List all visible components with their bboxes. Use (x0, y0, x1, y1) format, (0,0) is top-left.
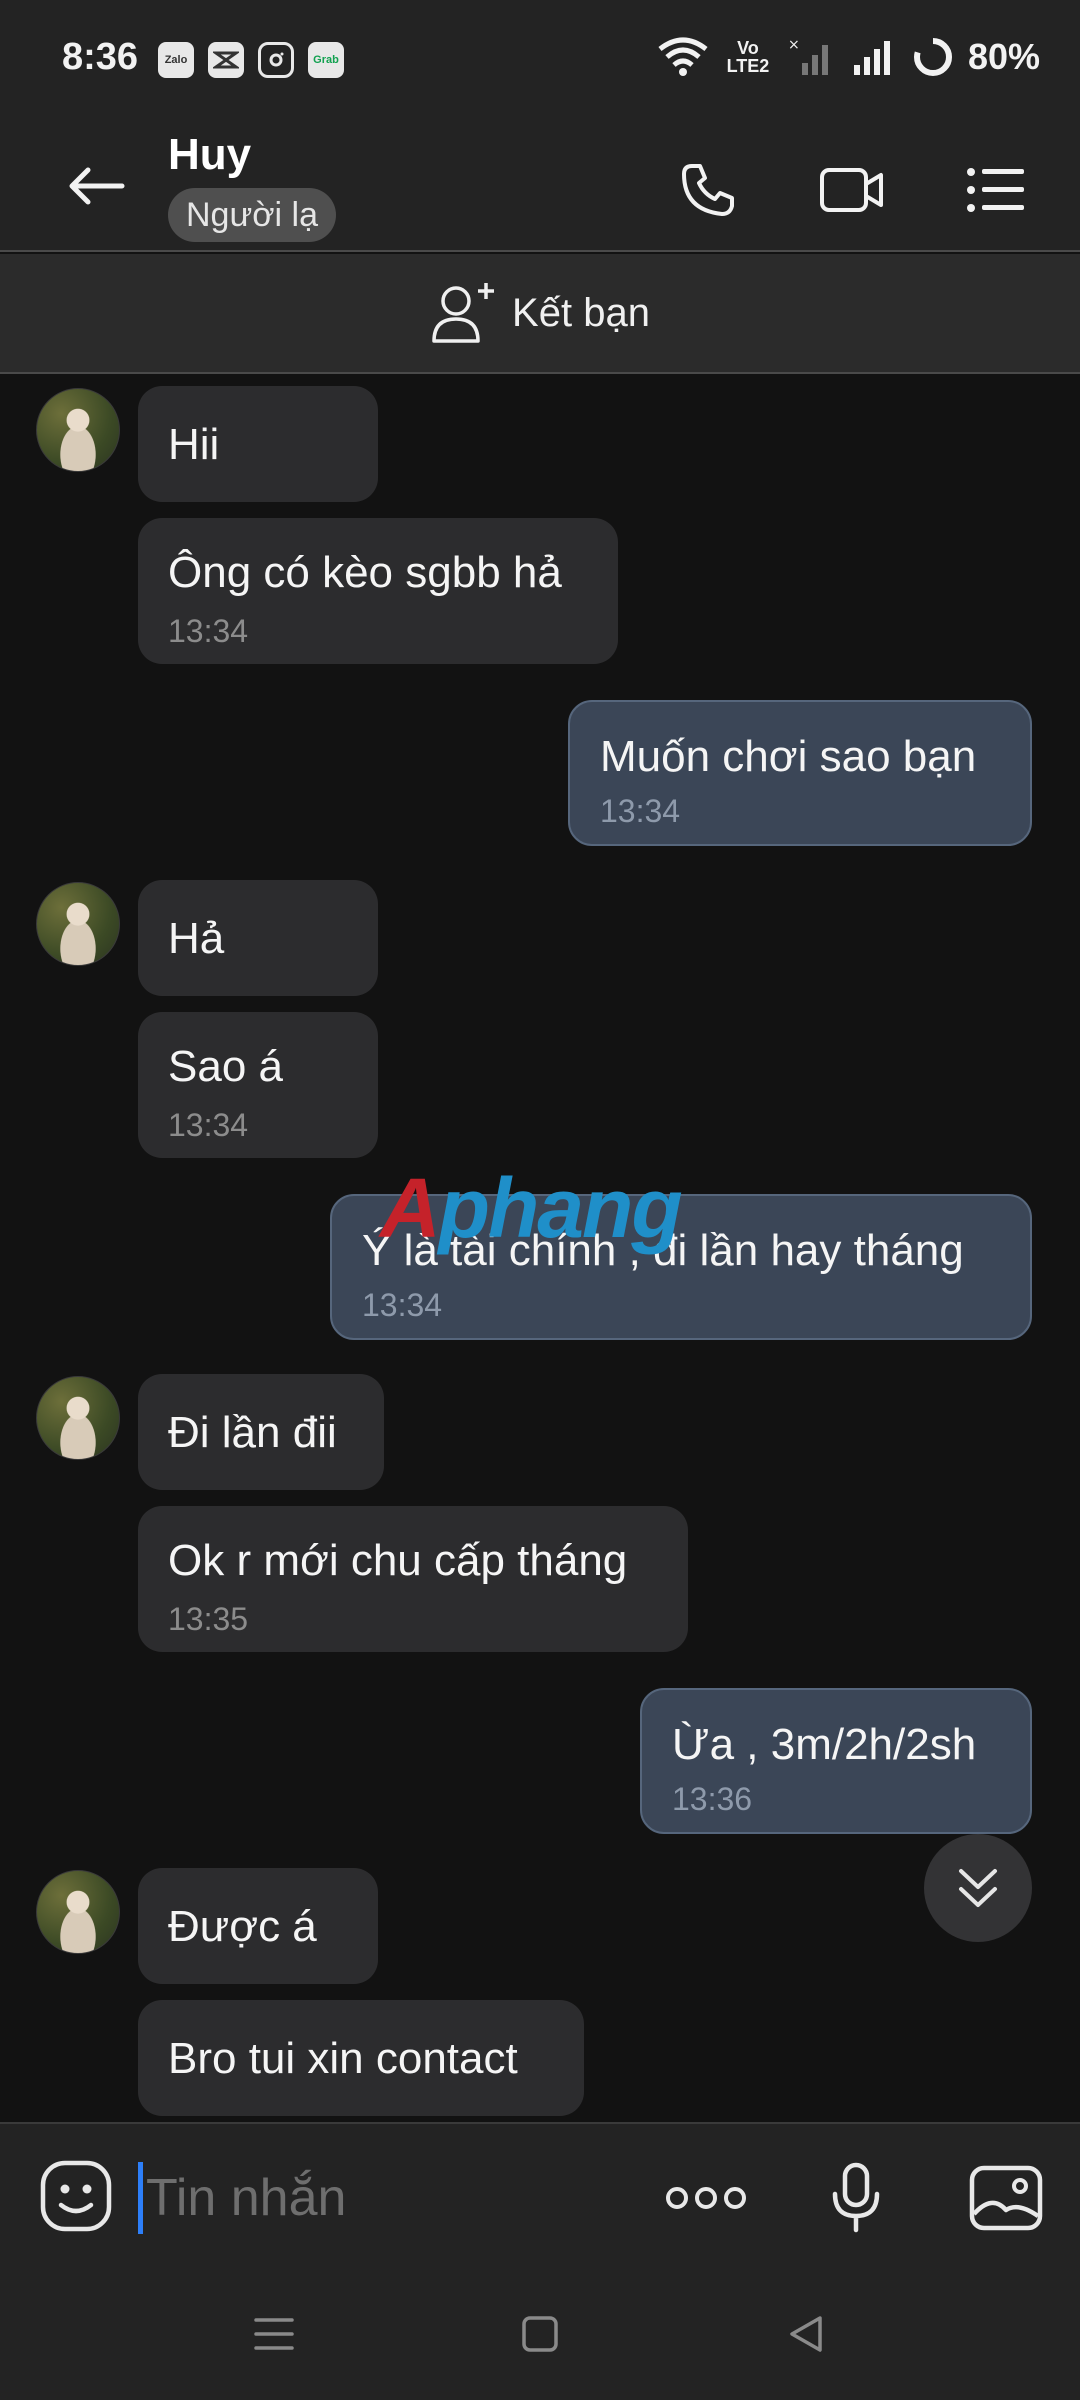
voice-call-button[interactable] (670, 152, 746, 228)
message-time: 13:34 (168, 613, 249, 649)
message-text: Ý là tài chính , đi lần hay tháng (362, 1226, 964, 1275)
message-time: 13:34 (362, 1287, 443, 1323)
message-bubble-incoming[interactable]: Đi lần đii (138, 1374, 384, 1490)
message-text: Ok r mới chu cấp tháng (168, 1536, 628, 1585)
instagram-icon (258, 42, 294, 78)
zalo-icon: Zalo (158, 42, 194, 78)
voice-record-button[interactable] (814, 2156, 898, 2240)
message-text: Bro tui xin contact (168, 2034, 518, 2083)
message-bubble-outgoing[interactable]: Ý là tài chính , đi lần hay tháng 13:34 (330, 1194, 1032, 1340)
battery-percentage: 80% (967, 36, 1040, 77)
scroll-to-bottom-button[interactable] (924, 1834, 1032, 1942)
signal-sim2-icon (853, 41, 890, 75)
recent-apps-icon (254, 2318, 294, 2350)
double-chevron-down-icon (959, 1869, 997, 1907)
wifi-icon (658, 37, 708, 76)
message-bubble-incoming[interactable]: Hả (138, 880, 378, 996)
message-text: Sao á (168, 1042, 283, 1091)
signal-sim1-icon: × (788, 37, 828, 75)
add-friend-button[interactable]: Kết bạn (0, 254, 1080, 374)
message-composer (0, 2122, 1080, 2268)
message-bubble-incoming[interactable]: Bro tui xin contact (138, 2000, 584, 2116)
grab-icon: Grab (308, 42, 344, 78)
image-gallery-icon (969, 2165, 1043, 2231)
message-bubble-incoming[interactable]: Được á (138, 1868, 378, 1984)
status-time: 8:36 (62, 36, 139, 78)
more-dots-icon (666, 2187, 746, 2209)
back-triangle-icon (790, 2316, 822, 2352)
text-caret (138, 2162, 143, 2234)
back-arrow-icon (69, 167, 125, 205)
stranger-badge: Người lạ (168, 188, 336, 242)
message-time: 13:34 (600, 793, 681, 829)
system-navigation-bar (0, 2268, 1080, 2400)
message-time: 13:36 (672, 1781, 753, 1817)
message-bubble-incoming[interactable]: Ông có kèo sgbb hả 13:34 (138, 518, 618, 664)
sticker-emoji-icon (40, 2160, 112, 2232)
home-square-icon (522, 2316, 558, 2352)
home-button[interactable] (504, 2298, 576, 2370)
more-options-button[interactable] (664, 2156, 748, 2240)
message-input[interactable] (146, 2158, 616, 2238)
message-bubble-outgoing[interactable]: Muốn chơi sao bạn 13:34 (568, 700, 1032, 846)
list-menu-icon (967, 168, 1024, 212)
microphone-icon (832, 2162, 880, 2233)
message-list[interactable]: Hii Ông có kèo sgbb hả 13:34 Muốn chơi s… (0, 376, 1080, 2120)
message-text: Ông có kèo sgbb hả (168, 548, 562, 597)
menu-button[interactable] (958, 152, 1034, 228)
message-time: 13:35 (168, 1601, 249, 1637)
add-user-icon (432, 283, 495, 343)
volte-indicator: Vo LTE2 (726, 38, 770, 76)
video-call-button[interactable] (814, 152, 890, 228)
image-picker-button[interactable] (964, 2156, 1048, 2240)
notification-icons: Zalo Grab (158, 42, 344, 78)
contact-name[interactable]: Huy (168, 130, 251, 180)
recent-apps-button[interactable] (238, 2298, 310, 2370)
contact-avatar[interactable] (36, 388, 120, 472)
contact-avatar[interactable] (36, 1870, 120, 1954)
contact-avatar[interactable] (36, 1376, 120, 1460)
message-bubble-incoming[interactable]: Hii (138, 386, 378, 502)
message-bubble-incoming[interactable]: Ok r mới chu cấp tháng 13:35 (138, 1506, 688, 1652)
svg-text:×: × (788, 37, 800, 53)
video-camera-icon (820, 168, 883, 212)
message-text: Hả (168, 914, 225, 963)
message-text: Muốn chơi sao bạn (600, 732, 977, 781)
chat-header: Huy Người lạ (0, 122, 1080, 252)
status-indicators: Vo LTE2 × 80% (658, 36, 1040, 78)
message-time: 13:34 (168, 1107, 249, 1143)
message-text: Ừa , 3m/2h/2sh (672, 1720, 977, 1769)
contact-avatar[interactable] (36, 882, 120, 966)
battery-icon (913, 38, 952, 76)
message-bubble-outgoing[interactable]: Ừa , 3m/2h/2sh 13:36 (640, 1688, 1032, 1834)
message-text: Hii (168, 420, 220, 469)
back-button[interactable] (60, 150, 132, 222)
capcut-icon (208, 42, 244, 78)
message-bubble-incoming[interactable]: Sao á 13:34 (138, 1012, 378, 1158)
status-bar: 8:36 Zalo Grab Vo LTE2 × 80% (0, 0, 1080, 122)
message-text: Đi lần đii (168, 1408, 337, 1457)
add-friend-label: Kết bạn (512, 290, 650, 335)
emoji-button[interactable] (36, 2156, 116, 2236)
message-text: Được á (168, 1902, 317, 1951)
system-back-button[interactable] (770, 2298, 842, 2370)
phone-icon (682, 164, 734, 216)
